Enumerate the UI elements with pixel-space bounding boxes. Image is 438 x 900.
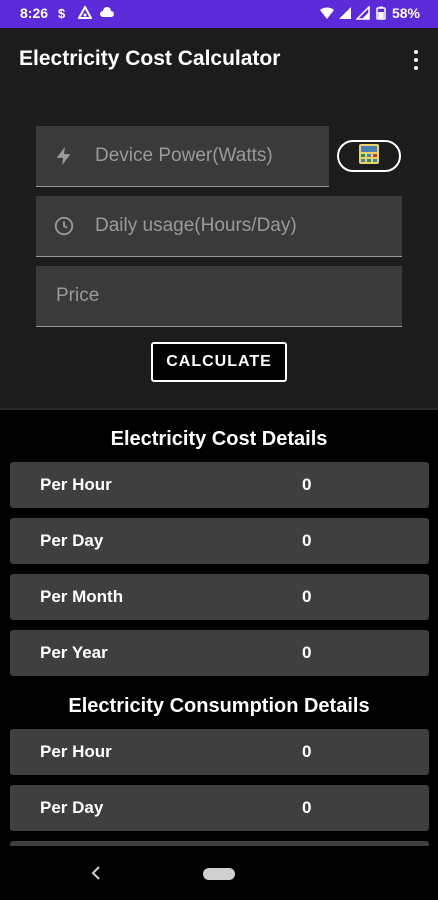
device-power-input[interactable] [93, 144, 317, 168]
cost-row-label: Per Day [40, 531, 104, 550]
calculator-image-icon [358, 143, 380, 170]
daily-usage-field[interactable] [36, 196, 402, 257]
input-form: CALCULATE [0, 92, 438, 408]
cost-row-per-month: Per Month 0 [10, 574, 429, 620]
consumption-row-label: Per Hour [40, 742, 112, 761]
wifi-icon [319, 5, 334, 21]
cost-row-value: 0 [302, 531, 312, 550]
price-field[interactable] [36, 266, 402, 327]
page-title: Electricity Cost Calculator [19, 47, 281, 70]
signal-icon [338, 5, 352, 21]
app-notification-icon [78, 5, 93, 21]
svg-text:$: $ [58, 6, 66, 20]
lightning-icon [51, 143, 77, 169]
status-time: 8:26 [20, 5, 49, 21]
clock-icon [51, 213, 77, 239]
cost-row-per-day: Per Day 0 [10, 518, 429, 564]
consumption-row-label: Per Day [40, 798, 104, 817]
system-nav-bar [0, 846, 438, 900]
consumption-row-value: 0 [302, 798, 312, 817]
cost-row-per-hour: Per Hour 0 [10, 462, 429, 508]
price-input[interactable] [54, 284, 358, 308]
battery-icon [374, 5, 388, 21]
home-pill[interactable] [203, 868, 235, 880]
cost-details-title: Electricity Cost Details [110, 428, 328, 450]
cloud-icon [100, 5, 115, 21]
device-power-field[interactable] [36, 126, 329, 187]
cost-row-label: Per Month [40, 587, 124, 606]
cost-row-per-year: Per Year 0 [10, 630, 429, 676]
consumption-details-title: Electricity Consumption Details [68, 695, 370, 717]
consumption-row-per-hour: Per Hour 0 [10, 729, 429, 775]
signal-icon-2 [355, 5, 370, 21]
cost-row-value: 0 [302, 587, 312, 606]
unit-toggle-button[interactable] [337, 140, 401, 172]
status-bar: 8:26 $ 58% [0, 0, 438, 28]
status-right: 58% [319, 5, 420, 21]
consumption-row-per-day: Per Day 0 [10, 785, 429, 831]
back-icon[interactable] [88, 864, 106, 882]
calculate-button[interactable]: CALCULATE [151, 342, 287, 382]
section-divider [0, 408, 438, 410]
more-options-icon[interactable] [412, 50, 420, 70]
cost-row-value: 0 [302, 475, 312, 494]
cost-row-label: Per Hour [40, 475, 112, 494]
app-bar: Electricity Cost Calculator [0, 28, 438, 92]
cost-row-label: Per Year [40, 643, 108, 662]
consumption-row-value: 0 [302, 742, 312, 761]
battery-percent: 58% [391, 5, 420, 21]
daily-usage-input[interactable] [93, 214, 317, 238]
cost-row-value: 0 [302, 643, 312, 662]
dollar-notification-icon: $ [56, 5, 70, 21]
status-left: 8:26 $ [20, 5, 115, 21]
